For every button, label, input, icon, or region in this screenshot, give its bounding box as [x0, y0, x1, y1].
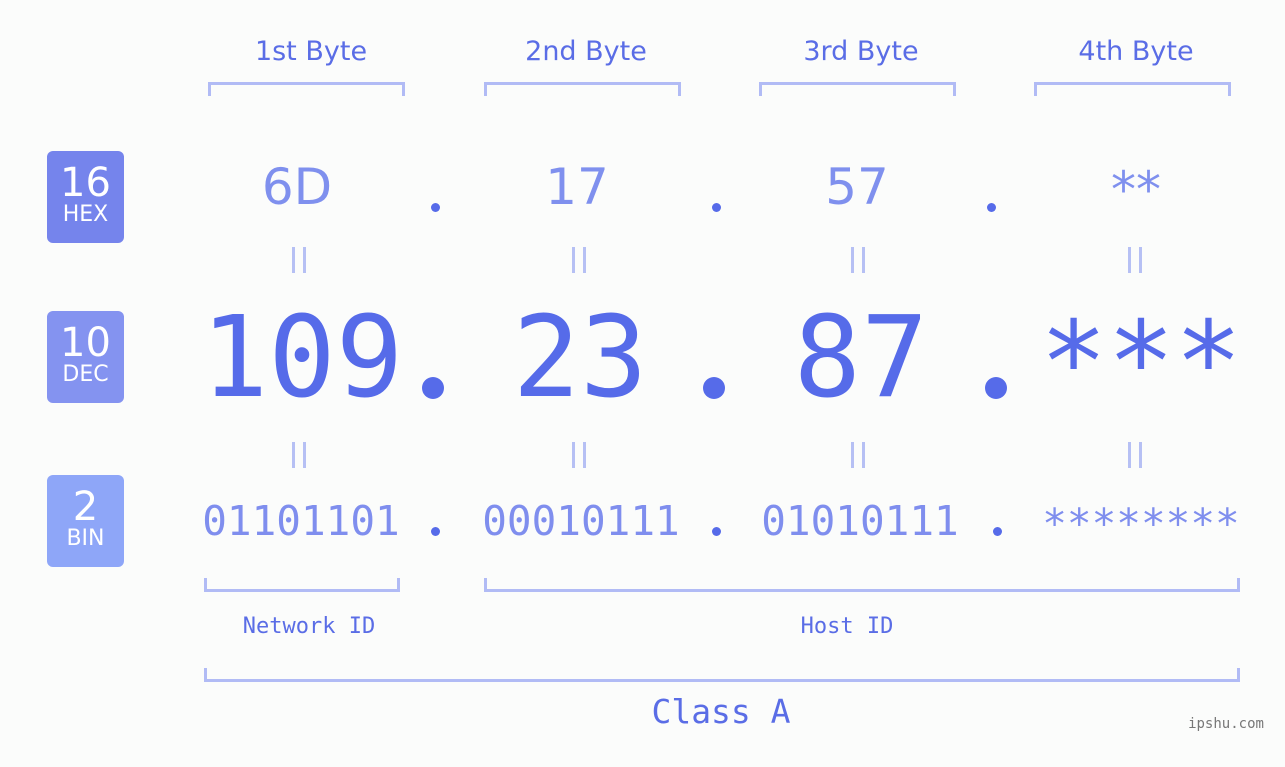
- hex-dot-1: [431, 203, 440, 212]
- byte-bracket-3: [759, 82, 956, 96]
- equals-icon: [292, 247, 306, 273]
- byte-header-4: 4th Byte: [1078, 36, 1194, 67]
- network-id-bracket: [204, 578, 400, 592]
- bin-byte-1: 01101101: [202, 497, 400, 545]
- hex-byte-3: 57: [825, 158, 889, 216]
- equals-icon: [851, 442, 865, 468]
- dec-base: 10: [60, 320, 111, 366]
- dec-byte-3: 87: [793, 293, 929, 423]
- equals-icon: [572, 247, 586, 273]
- bin-label: BIN: [66, 526, 105, 551]
- host-id-label: Host ID: [800, 614, 894, 639]
- hex-dot-3: [987, 203, 996, 212]
- host-id-bracket: [484, 578, 1240, 592]
- class-label: Class A: [651, 692, 791, 731]
- network-id-label: Network ID: [242, 614, 376, 639]
- byte-header-2: 2nd Byte: [525, 36, 647, 67]
- bin-base: 2: [72, 484, 99, 530]
- bin-byte-3: 01010111: [761, 497, 959, 545]
- dec-byte-4: ***: [1039, 298, 1243, 428]
- byte-bracket-1: [208, 82, 405, 96]
- class-bracket: [204, 668, 1240, 682]
- hex-byte-1: 6D: [261, 158, 333, 216]
- bin-badge: 2 BIN: [47, 475, 124, 567]
- dec-dot-3: [985, 377, 1007, 399]
- equals-icon: [292, 442, 306, 468]
- equals-icon: [1128, 442, 1142, 468]
- byte-header-1: 1st Byte: [254, 36, 368, 67]
- hex-dot-2: [712, 203, 721, 212]
- dec-byte-1: 109: [200, 293, 404, 423]
- equals-icon: [572, 442, 586, 468]
- watermark: ipshu.com: [1188, 716, 1264, 732]
- hex-byte-2: 17: [545, 158, 609, 216]
- dec-dot-1: [422, 377, 444, 399]
- byte-bracket-2: [484, 82, 681, 96]
- equals-icon: [851, 247, 865, 273]
- bin-byte-2: 00010111: [482, 497, 680, 545]
- equals-icon: [1128, 247, 1142, 273]
- bin-byte-4: ********: [1042, 500, 1240, 548]
- hex-badge: 16 HEX: [47, 151, 124, 243]
- bin-dot-3: [993, 527, 1002, 536]
- byte-header-3: 3rd Byte: [803, 36, 919, 67]
- hex-base: 16: [60, 160, 111, 206]
- byte-bracket-4: [1034, 82, 1231, 96]
- hex-byte-4: **: [1111, 161, 1161, 219]
- hex-label: HEX: [62, 202, 109, 227]
- dec-byte-2: 23: [512, 293, 648, 423]
- dec-label: DEC: [62, 362, 109, 387]
- dec-badge: 10 DEC: [47, 311, 124, 403]
- bin-dot-1: [431, 527, 440, 536]
- bin-dot-2: [712, 527, 721, 536]
- dec-dot-2: [703, 377, 725, 399]
